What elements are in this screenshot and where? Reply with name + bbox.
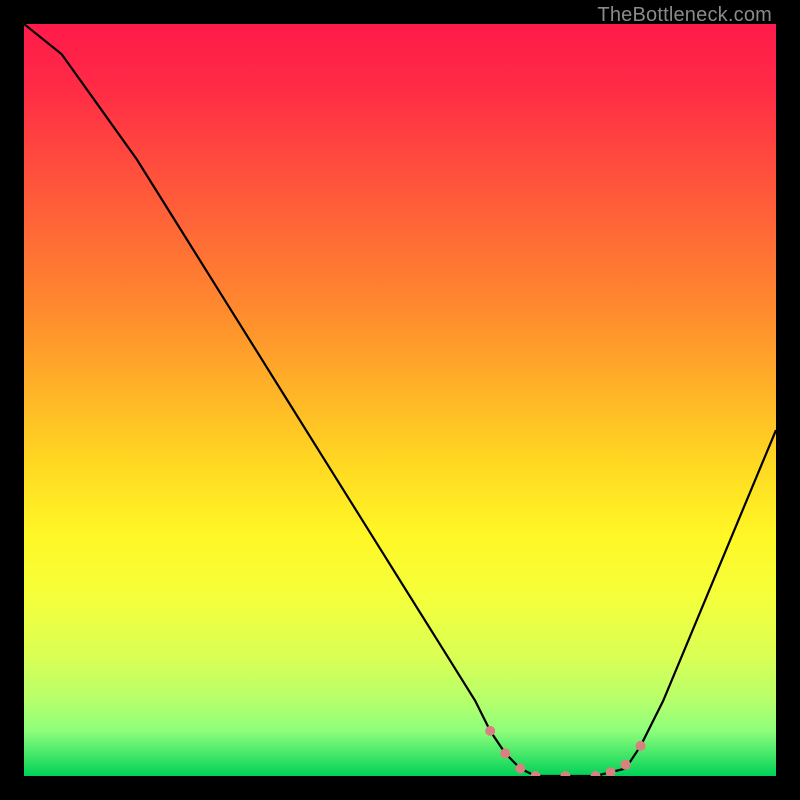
zone-dot <box>591 771 601 776</box>
zone-dot <box>530 771 540 776</box>
bottleneck-curve <box>24 24 776 776</box>
chart-stage: TheBottleneck.com <box>0 0 800 800</box>
zone-dot <box>515 764 525 774</box>
zone-dot <box>485 726 495 736</box>
zone-dot <box>636 741 646 751</box>
zone-dot <box>500 748 510 758</box>
plot-area <box>24 24 776 776</box>
watermark-text: TheBottleneck.com <box>597 4 772 27</box>
zone-dot <box>606 767 616 776</box>
curve-layer <box>24 24 776 776</box>
zone-dot <box>560 771 570 776</box>
zone-dot <box>621 760 631 770</box>
